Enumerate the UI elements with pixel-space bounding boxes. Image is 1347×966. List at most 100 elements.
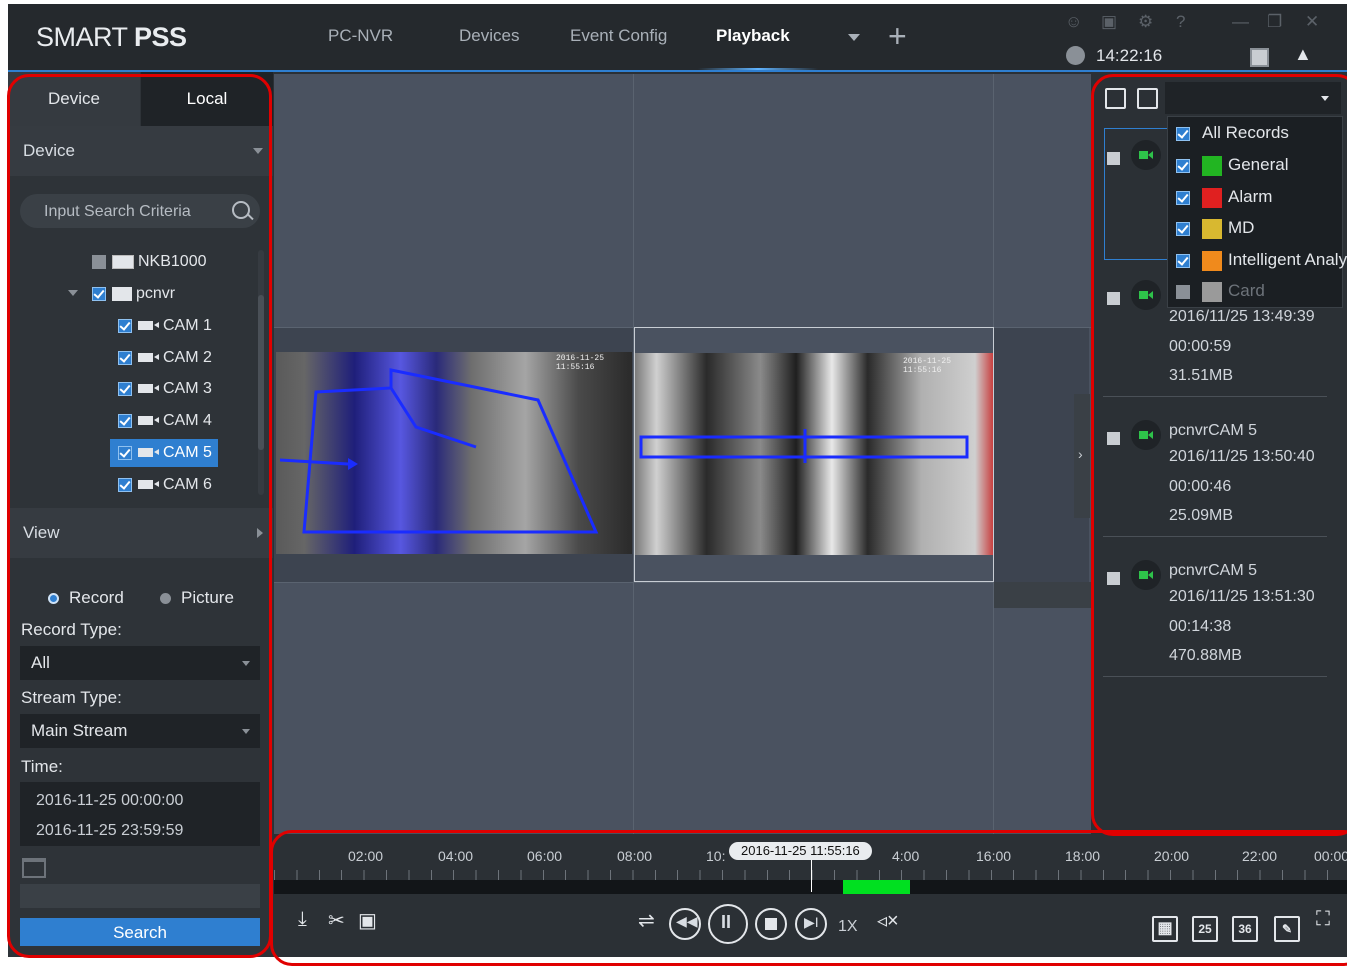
stop-button[interactable] — [755, 908, 787, 940]
pause-button[interactable]: II — [708, 904, 748, 944]
tree-scrollbar[interactable] — [258, 250, 264, 495]
playhead-time: 2016-11-25 11:55:16 — [729, 842, 872, 860]
stream-type-select[interactable]: Main Stream — [20, 714, 260, 748]
tree-item-cam-3[interactable]: CAM 3 — [118, 375, 212, 403]
help-icon[interactable]: ? — [1176, 12, 1185, 32]
checkbox[interactable] — [118, 381, 132, 396]
next-frame-button[interactable]: ▶I — [795, 908, 827, 940]
video-pane-cam-5[interactable]: 2016-11-25 11:55:16 — [634, 327, 994, 582]
empty-bar — [20, 884, 260, 908]
bell-icon[interactable]: ▲ — [1294, 44, 1312, 65]
maximize-icon[interactable]: ❐ — [1267, 12, 1282, 32]
radio-picture[interactable]: Picture — [160, 588, 234, 608]
camera-icon — [138, 321, 159, 331]
time-range-field[interactable]: 2016-11-25 00:00:00 2016-11-25 23:59:59 — [20, 782, 260, 846]
checkbox[interactable] — [1176, 221, 1190, 236]
view-section-header[interactable]: View — [8, 508, 273, 558]
checkbox[interactable] — [118, 318, 132, 333]
clip-scissors-icon[interactable]: ✂ — [328, 908, 345, 933]
playhead[interactable] — [811, 856, 812, 892]
checkbox[interactable] — [1176, 126, 1190, 141]
dropdown-item-label: General — [1228, 155, 1289, 174]
time-tick-label: 4:00 — [892, 848, 920, 864]
checkbox[interactable] — [1176, 158, 1190, 173]
tree-item-cam-4[interactable]: CAM 4 — [118, 407, 212, 435]
radio-record[interactable]: Record — [48, 588, 124, 608]
checkbox[interactable] — [92, 286, 106, 301]
tree-item-cam-5[interactable]: CAM 5 — [110, 439, 218, 467]
device-search-input[interactable] — [42, 200, 226, 224]
lock-icon[interactable]: ▣ — [1101, 12, 1117, 32]
download-icon[interactable]: ⤓ — [298, 908, 307, 931]
save-icon[interactable] — [1137, 88, 1158, 109]
time-start[interactable]: 2016-11-25 00:00:00 — [36, 792, 183, 810]
grid-layout-4-icon[interactable]: ▦ — [1152, 916, 1178, 942]
playback-timeline[interactable]: 02:00 04:00 06:00 08:00 10: 4:00 16:00 1… — [274, 834, 1347, 957]
nav-playback[interactable]: Playback — [716, 26, 790, 46]
sync-playback-icon[interactable]: ⇌ — [638, 908, 655, 933]
checkbox[interactable] — [1107, 432, 1120, 445]
tree-item-cam-6[interactable]: CAM 6 — [118, 471, 212, 499]
calendar-icon[interactable] — [22, 858, 46, 878]
record-type-select[interactable]: All — [20, 646, 260, 680]
snapshot-icon[interactable]: ▣ — [358, 908, 377, 933]
expand-chevron-icon[interactable] — [68, 290, 78, 296]
grid-layout-25-button[interactable]: 25 — [1192, 916, 1218, 942]
close-icon[interactable]: ✕ — [1305, 12, 1319, 32]
checkbox[interactable] — [1176, 190, 1190, 205]
tab-device[interactable]: Device — [8, 72, 140, 126]
tree-scroll-thumb[interactable] — [258, 295, 264, 450]
search-icon[interactable] — [232, 201, 250, 219]
device-section-header[interactable]: Device — [8, 126, 273, 176]
tree-item-pcnvr[interactable]: pcnvr — [92, 280, 175, 308]
checkbox[interactable] — [92, 254, 106, 269]
dropdown-item-alarm[interactable]: Alarm — [1176, 183, 1272, 211]
checkbox[interactable] — [118, 445, 132, 460]
minimize-icon[interactable]: — — [1232, 12, 1249, 32]
tree-item-cam-1[interactable]: CAM 1 — [118, 312, 212, 340]
intelligent-color-swatch — [1202, 250, 1222, 271]
recording-segment[interactable] — [843, 880, 910, 894]
checkbox[interactable] — [118, 350, 132, 365]
dropdown-item-md[interactable]: MD — [1176, 214, 1254, 242]
time-end[interactable]: 2016-11-25 23:59:59 — [36, 822, 183, 840]
nav-pc-nvr[interactable]: PC-NVR — [328, 26, 393, 46]
checkbox[interactable] — [1107, 572, 1120, 585]
rewind-button[interactable]: ◀◀ — [669, 908, 701, 940]
dropdown-item-card[interactable]: Card — [1176, 277, 1265, 305]
playback-speed[interactable]: 1X — [838, 918, 858, 936]
checkbox[interactable] — [118, 413, 132, 428]
nav-event-config[interactable]: Event Config — [570, 26, 667, 46]
dropdown-item-intelligent-analysis[interactable]: Intelligent Analy — [1176, 246, 1347, 274]
fullscreen-icon[interactable]: ⛶ — [1316, 908, 1330, 931]
mute-speaker-icon[interactable]: ◃× — [877, 908, 899, 933]
checkbox[interactable] — [1176, 284, 1190, 299]
checkbox[interactable] — [1107, 292, 1120, 305]
user-icon[interactable]: ☺ — [1065, 12, 1082, 32]
select-all-icon[interactable] — [1105, 88, 1126, 109]
add-tab-plus-icon[interactable]: + — [888, 20, 907, 52]
record-filter-select[interactable] — [1165, 82, 1341, 114]
gear-icon[interactable]: ⚙ — [1138, 12, 1153, 32]
clock-icon — [1066, 46, 1085, 65]
tree-item-cam-2[interactable]: CAM 2 — [118, 344, 212, 372]
dropdown-item-general[interactable]: General — [1176, 151, 1288, 179]
record-separator — [1103, 396, 1327, 397]
cpu-icon[interactable] — [1250, 48, 1269, 67]
video-pane-cam-1[interactable]: 2016-11-25 11:55:16 — [276, 352, 632, 554]
app-logo: SMART PSS — [36, 22, 187, 52]
collapse-panel-handle[interactable]: › — [1074, 394, 1090, 518]
checkbox[interactable] — [1176, 253, 1190, 268]
edit-icon[interactable]: ✎ — [1274, 916, 1300, 942]
tree-item-label: CAM 4 — [163, 412, 212, 429]
search-button[interactable]: Search — [20, 918, 260, 946]
time-tick-label: 10: — [706, 848, 726, 864]
nav-devices[interactable]: Devices — [459, 26, 519, 46]
grid-layout-36-button[interactable]: 36 — [1232, 916, 1258, 942]
tab-local[interactable]: Local — [141, 72, 273, 126]
more-tabs-chevron-down-icon[interactable] — [848, 34, 860, 41]
checkbox[interactable] — [118, 477, 132, 492]
dropdown-item-all-records[interactable]: All Records — [1176, 119, 1289, 147]
tree-item-nkb1000[interactable]: NKB1000 — [92, 248, 207, 276]
radio-label: Picture — [181, 588, 234, 607]
